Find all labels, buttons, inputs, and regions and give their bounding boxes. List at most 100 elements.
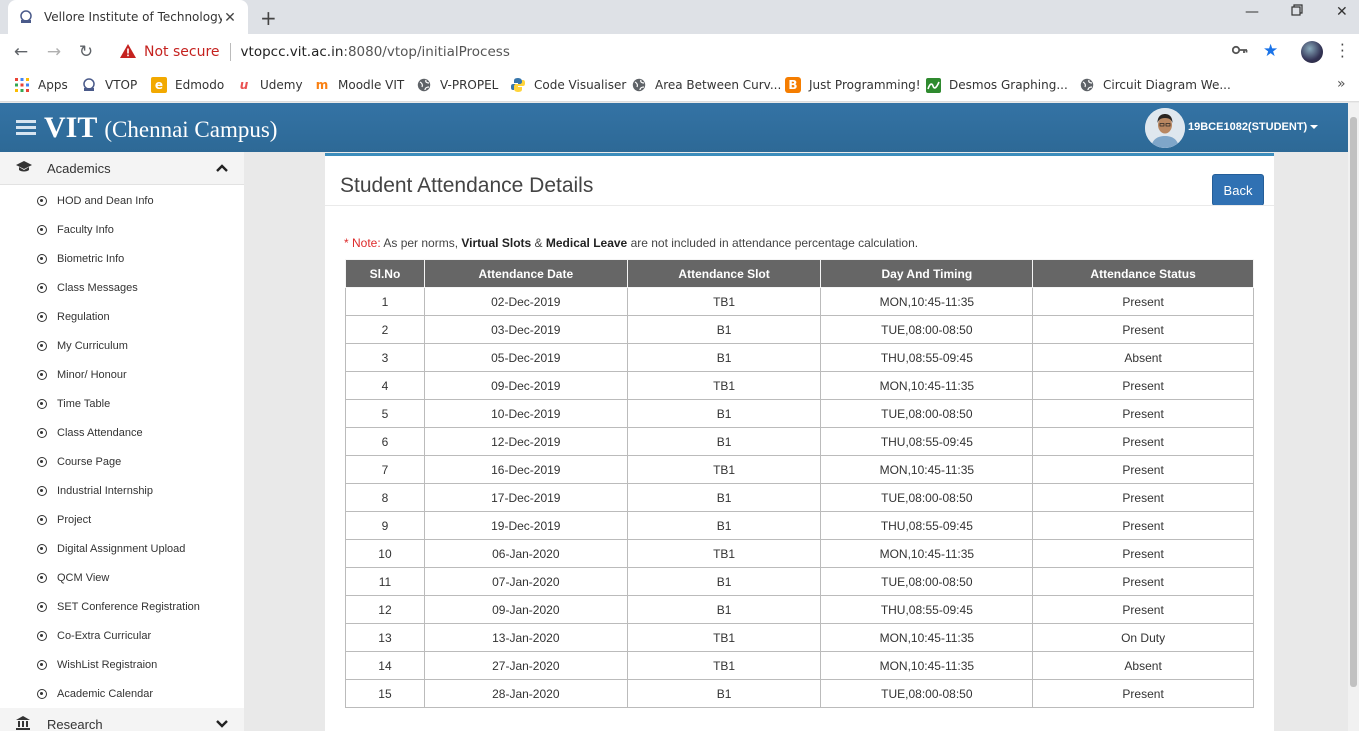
user-name-label[interactable]: 19BCE1082(STUDENT) bbox=[1188, 121, 1307, 133]
scrollbar-thumb[interactable] bbox=[1350, 117, 1357, 687]
sidebar-section-academics[interactable]: Academics bbox=[0, 152, 244, 185]
blogger-icon: B bbox=[785, 77, 801, 93]
browser-tab[interactable]: Vellore Institute of Technology (V ✕ bbox=[8, 0, 248, 34]
close-icon[interactable]: ✕ bbox=[222, 9, 238, 26]
cell-day-timing: TUE,08:00-08:50 bbox=[820, 483, 1034, 512]
bookmark-star-icon[interactable]: ★ bbox=[1263, 41, 1278, 61]
sidebar-item-course-page[interactable]: Course Page bbox=[0, 447, 244, 476]
sidebar-item-qcm-view[interactable]: QCM View bbox=[0, 563, 244, 592]
cell-date: 07-Jan-2020 bbox=[423, 567, 628, 596]
cell-slot: TB1 bbox=[626, 287, 822, 316]
bookmark-label: Edmodo bbox=[175, 78, 225, 92]
cell-status: On Duty bbox=[1032, 623, 1254, 652]
bookmarks-overflow-icon[interactable]: » bbox=[1337, 76, 1346, 92]
bookmark-code-visualiser[interactable]: Code Visualiser bbox=[510, 77, 626, 93]
sidebar-item-co-extra-curricular[interactable]: Co-Extra Curricular bbox=[0, 621, 244, 650]
sidebar-item-label: WishList Registraion bbox=[57, 658, 158, 671]
bookmark-desmos[interactable]: Desmos Graphing... bbox=[925, 77, 1068, 93]
radio-dot-icon bbox=[37, 253, 47, 264]
bookmark-just-programming[interactable]: B Just Programming! bbox=[785, 77, 921, 93]
sidebar-item-project[interactable]: Project bbox=[0, 505, 244, 534]
profile-avatar-icon[interactable] bbox=[1301, 41, 1323, 63]
radio-dot-icon bbox=[37, 485, 47, 496]
back-button[interactable]: Back bbox=[1212, 174, 1264, 206]
sidebar-item-minor-honour[interactable]: Minor/ Honour bbox=[0, 360, 244, 389]
bookmark-label: Circuit Diagram We... bbox=[1103, 78, 1231, 92]
sidebar-item-biometric-info[interactable]: Biometric Info bbox=[0, 244, 244, 273]
sidebar-item-label: Minor/ Honour bbox=[57, 368, 127, 381]
minimize-icon[interactable]: — bbox=[1245, 4, 1259, 20]
cell-status: Present bbox=[1032, 679, 1254, 708]
sidebar-item-hod-dean-info[interactable]: HOD and Dean Info bbox=[0, 186, 244, 215]
bookmark-udemy[interactable]: u Udemy bbox=[236, 77, 303, 93]
cell-date: 06-Jan-2020 bbox=[423, 539, 628, 568]
sidebar-section-research[interactable]: Research bbox=[0, 708, 244, 731]
cell-day-timing: MON,10:45-11:35 bbox=[820, 371, 1034, 400]
cell-sl-no: 12 bbox=[345, 595, 425, 624]
sidebar-item-wishlist-registration[interactable]: WishList Registraion bbox=[0, 650, 244, 679]
table-row: 11 07-Jan-2020 B1 TUE,08:00-08:50 Present bbox=[345, 567, 1254, 596]
sidebar-item-class-attendance[interactable]: Class Attendance bbox=[0, 418, 244, 447]
apps-grid-icon bbox=[14, 77, 30, 93]
reload-icon[interactable]: ↻ bbox=[75, 41, 97, 63]
restore-icon[interactable] bbox=[1291, 4, 1303, 20]
radio-dot-icon bbox=[37, 456, 47, 467]
cell-sl-no: 2 bbox=[345, 315, 425, 344]
note-label: * Note: bbox=[344, 236, 381, 250]
bookmark-label: Just Programming! bbox=[809, 78, 921, 92]
sidebar-item-industrial-internship[interactable]: Industrial Internship bbox=[0, 476, 244, 505]
cell-date: 17-Dec-2019 bbox=[423, 483, 628, 512]
cell-date: 19-Dec-2019 bbox=[423, 511, 628, 540]
sidebar-item-academic-calendar[interactable]: Academic Calendar bbox=[0, 679, 244, 708]
sidebar-item-class-messages[interactable]: Class Messages bbox=[0, 273, 244, 302]
caret-down-icon[interactable] bbox=[1310, 125, 1318, 129]
sidebar-item-my-curriculum[interactable]: My Curriculum bbox=[0, 331, 244, 360]
table-row: 14 27-Jan-2020 TB1 MON,10:45-11:35 Absent bbox=[345, 651, 1254, 680]
radio-dot-icon bbox=[37, 224, 47, 235]
cell-status: Present bbox=[1032, 539, 1254, 568]
key-icon[interactable] bbox=[1231, 44, 1248, 58]
not-secure-label[interactable]: Not secure bbox=[144, 44, 220, 60]
moodle-icon: m bbox=[315, 78, 329, 92]
hamburger-menu-icon[interactable] bbox=[16, 120, 36, 138]
url-separator bbox=[229, 43, 231, 61]
bookmark-area-between-curves[interactable]: Area Between Curv... bbox=[631, 77, 781, 93]
sidebar-item-faculty-info[interactable]: Faculty Info bbox=[0, 215, 244, 244]
user-avatar[interactable] bbox=[1145, 108, 1185, 148]
cell-day-timing: MON,10:45-11:35 bbox=[820, 455, 1034, 484]
sidebar-item-set-conference-registration[interactable]: SET Conference Registration bbox=[0, 592, 244, 621]
sidebar-item-digital-assignment-upload[interactable]: Digital Assignment Upload bbox=[0, 534, 244, 563]
url-text[interactable]: vtopcc.vit.ac.in:8080/vtop/initialProces… bbox=[241, 44, 510, 60]
cell-sl-no: 10 bbox=[345, 539, 425, 568]
column-header: Sl.No bbox=[345, 259, 425, 288]
window-close-icon[interactable]: ✕ bbox=[1336, 4, 1348, 20]
sidebar-item-time-table[interactable]: Time Table bbox=[0, 389, 244, 418]
radio-dot-icon bbox=[37, 398, 47, 409]
cell-date: 09-Jan-2020 bbox=[423, 595, 628, 624]
bookmark-moodle[interactable]: m Moodle VIT bbox=[314, 77, 405, 93]
sidebar-item-regulation[interactable]: Regulation bbox=[0, 302, 244, 331]
cell-day-timing: TUE,08:00-08:50 bbox=[820, 399, 1034, 428]
brand-logo[interactable]: VIT (Chennai Campus) bbox=[44, 111, 277, 145]
table-row: 6 12-Dec-2019 B1 THU,08:55-09:45 Present bbox=[345, 427, 1254, 456]
bookmark-vpropel[interactable]: V-PROPEL bbox=[416, 77, 498, 93]
radio-dot-icon bbox=[37, 630, 47, 641]
radio-dot-icon bbox=[37, 601, 47, 612]
forward-arrow-icon[interactable]: → bbox=[43, 41, 65, 63]
bookmark-apps[interactable]: Apps bbox=[14, 77, 68, 93]
bookmark-edmodo[interactable]: e Edmodo bbox=[151, 77, 224, 93]
cell-slot: B1 bbox=[626, 427, 822, 456]
bookmark-vtop[interactable]: VTOP bbox=[81, 77, 137, 93]
cell-date: 02-Dec-2019 bbox=[423, 287, 628, 316]
table-row: 3 05-Dec-2019 B1 THU,08:55-09:45 Absent bbox=[345, 343, 1254, 372]
back-arrow-icon[interactable]: ← bbox=[10, 41, 32, 63]
browser-menu-icon[interactable]: · · · bbox=[1340, 38, 1345, 65]
note-text: As per norms, bbox=[380, 236, 462, 250]
address-bar[interactable]: Not secure vtopcc.vit.ac.in:8080/vtop/in… bbox=[108, 38, 1293, 66]
new-tab-icon[interactable]: + bbox=[260, 6, 277, 30]
sidebar-section-label: Academics bbox=[47, 160, 111, 176]
page-scrollbar[interactable] bbox=[1348, 103, 1359, 731]
bookmark-circuit-diagram[interactable]: Circuit Diagram We... bbox=[1079, 77, 1231, 93]
table-row: 9 19-Dec-2019 B1 THU,08:55-09:45 Present bbox=[345, 511, 1254, 540]
cell-status: Present bbox=[1032, 455, 1254, 484]
